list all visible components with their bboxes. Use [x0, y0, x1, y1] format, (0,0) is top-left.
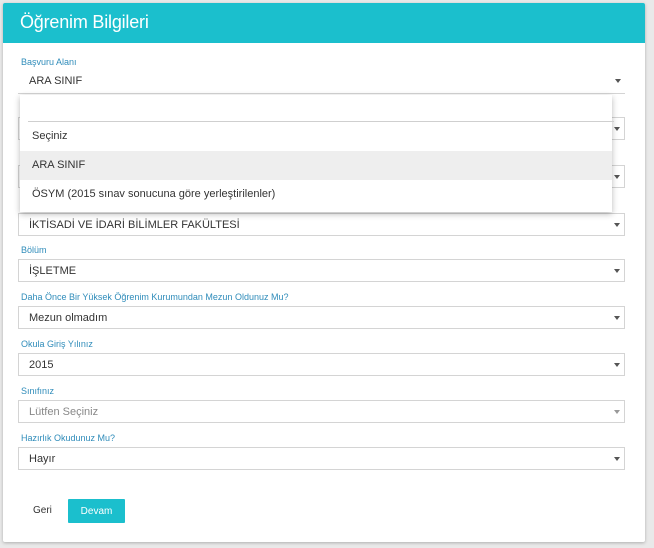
dropdown-option-ara-sinif[interactable]: ARA SINIF — [20, 151, 612, 180]
dropdown-search-input[interactable] — [28, 99, 614, 122]
dropdown-option-label: Seçiniz — [32, 130, 68, 142]
mezun-value: Mezun olmadım — [29, 312, 108, 324]
card-header: Öğrenim Bilgileri — [3, 3, 645, 43]
bolum-label: Bölüm — [21, 245, 47, 255]
bolum-value: İŞLETME — [29, 265, 77, 277]
sinif-value: Lütfen Seçiniz — [29, 406, 99, 418]
caret-down-icon — [614, 269, 620, 273]
hazirlik-select[interactable]: Hayır — [18, 447, 625, 470]
giris-yili-value: 2015 — [29, 359, 54, 371]
caret-down-icon — [614, 175, 620, 179]
sinif-label: Sınıfınız — [21, 386, 55, 396]
caret-down-icon — [615, 79, 621, 83]
fakulte-value: İKTİSADİ VE İDARİ BİLİMLER FAKÜLTESİ — [29, 219, 240, 231]
hazirlik-value: Hayır — [29, 453, 56, 465]
caret-down-icon — [614, 127, 620, 131]
basvuru-alani-value: ARA SINIF — [29, 75, 83, 87]
dropdown-option-label: ÖSYM (2015 sınav sonucuna göre yerleştir… — [32, 188, 276, 200]
dropdown-option-label: ARA SINIF — [32, 159, 86, 171]
mezun-label: Daha Önce Bir Yüksek Öğrenim Kurumundan … — [21, 292, 289, 302]
mezun-select[interactable]: Mezun olmadım — [18, 306, 625, 329]
caret-down-icon — [614, 457, 620, 461]
next-button[interactable]: Devam — [68, 499, 125, 523]
fakulte-select[interactable]: İKTİSADİ VE İDARİ BİLİMLER FAKÜLTESİ — [18, 213, 625, 236]
hazirlik-label: Hazırlık Okudunuz Mu? — [21, 433, 116, 443]
back-button[interactable]: Geri — [33, 505, 52, 516]
caret-down-icon — [614, 316, 620, 320]
dropdown-option-osym[interactable]: ÖSYM (2015 sınav sonucuna göre yerleştir… — [20, 180, 612, 209]
form-card: Öğrenim Bilgileri Başvuru Alanı ARA SINI… — [3, 3, 645, 542]
giris-yili-select[interactable]: 2015 — [18, 353, 625, 376]
page-title: Öğrenim Bilgileri — [20, 12, 149, 32]
caret-down-icon — [614, 410, 620, 414]
basvuru-alani-dropdown: Seçiniz ARA SINIF ÖSYM (2015 sınav sonuc… — [20, 95, 614, 212]
caret-down-icon — [614, 223, 620, 227]
basvuru-alani-select[interactable]: ARA SINIF — [18, 70, 625, 94]
sinif-select[interactable]: Lütfen Seçiniz — [18, 400, 625, 423]
basvuru-alani-label: Başvuru Alanı — [21, 57, 77, 67]
bolum-select[interactable]: İŞLETME — [18, 259, 625, 282]
dropdown-option-seciniz[interactable]: Seçiniz — [20, 122, 612, 151]
caret-down-icon — [614, 363, 620, 367]
giris-yili-label: Okula Giriş Yılınız — [21, 339, 93, 349]
